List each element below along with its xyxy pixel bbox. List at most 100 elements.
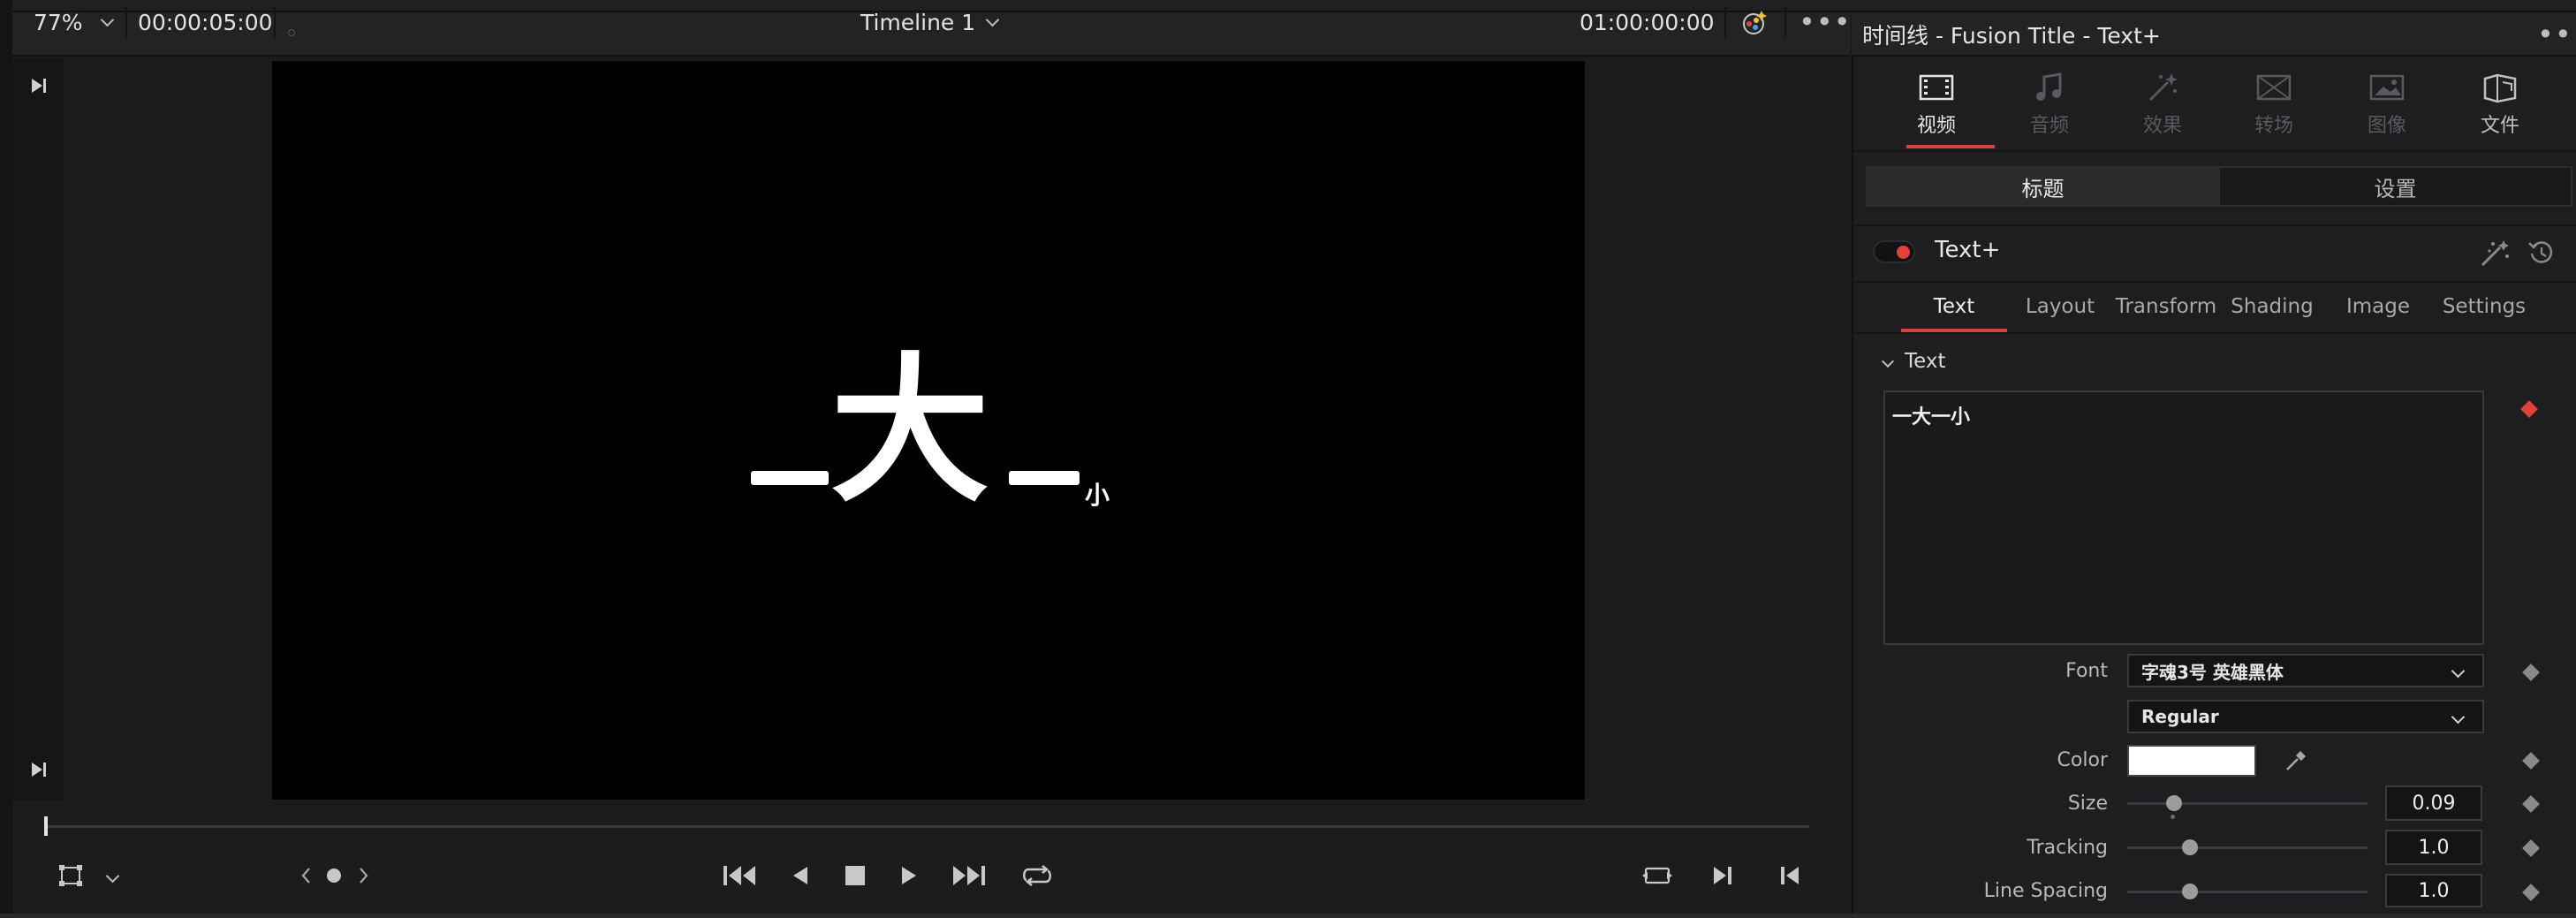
timeline-name: Timeline 1	[860, 9, 976, 35]
enable-toggle[interactable]	[1873, 240, 1915, 263]
line-spacing-label: Line Spacing	[1983, 880, 2108, 902]
tab-audio[interactable]: 音频	[1996, 65, 2102, 147]
tab-image[interactable]: 图像	[2334, 65, 2440, 147]
size-value-field[interactable]: 0.09	[2385, 785, 2482, 821]
bottom-edge	[0, 914, 2576, 918]
stop-icon[interactable]	[841, 854, 869, 897]
subtab-row: 标题 设置	[1866, 166, 2572, 207]
title-preview: 大 小	[272, 61, 1585, 800]
zoom-value: 77%	[34, 9, 83, 35]
video-canvas[interactable]: 大 小	[272, 61, 1585, 800]
transition-icon	[2254, 71, 2294, 104]
next-frame-icon[interactable]	[1708, 854, 1737, 897]
divider	[274, 7, 276, 37]
size-slider-knob[interactable]	[2166, 795, 2182, 811]
tab-transition[interactable]: 转场	[2221, 65, 2327, 147]
chevron-down-icon	[1881, 354, 1895, 368]
music-note-icon	[2029, 71, 2070, 104]
divider	[1852, 332, 2576, 334]
font-style-select[interactable]: Regular	[2127, 700, 2484, 733]
subtab-title[interactable]: 标题	[1868, 168, 2218, 205]
status-dot-icon	[288, 29, 295, 36]
inspector-options-icon[interactable]: •••	[2537, 12, 2576, 57]
skip-to-end-icon[interactable]	[949, 854, 988, 897]
eyedropper-icon[interactable]	[2283, 744, 2309, 778]
zoom-select[interactable]: 77%	[34, 0, 114, 44]
tab-label: 视频	[1916, 115, 1956, 137]
line-spacing-value-field[interactable]: 1.0	[2385, 874, 2482, 907]
font-label: Font	[2065, 660, 2108, 682]
play-reverse-icon[interactable]	[786, 854, 813, 897]
param-tab-image[interactable]: Image	[2325, 285, 2431, 329]
playhead[interactable]	[44, 816, 48, 836]
tab-file[interactable]: 文件	[2447, 65, 2553, 147]
title-char-second	[1009, 471, 1080, 485]
magic-sparkle-icon[interactable]	[2477, 231, 2512, 274]
title-char-small: 小	[1085, 481, 1110, 510]
divider	[1724, 7, 1726, 37]
timecode-display: 01:00:00:00	[1580, 9, 1715, 35]
color-label: Color	[2057, 749, 2108, 771]
chevron-down-icon	[985, 12, 1000, 27]
viewer-overlay-icon[interactable]	[55, 854, 87, 897]
play-icon[interactable]	[896, 854, 922, 897]
tab-video[interactable]: 视频	[1883, 65, 1989, 147]
reset-icon[interactable]	[2527, 231, 2557, 274]
font-value: 字魂3号 英雄黑体	[2141, 661, 2284, 683]
duration-display: 00:00:05:00	[138, 9, 273, 35]
app-window: 77% 00:00:05:00 Timeline 1 01:00:00:00 •…	[0, 0, 2576, 918]
scrubber-track[interactable]	[44, 825, 1809, 828]
clip-marker-icon[interactable]	[323, 854, 345, 897]
chevron-down-icon	[2451, 664, 2466, 679]
param-tab-settings[interactable]: Settings	[2431, 285, 2537, 329]
param-tab-layout[interactable]: Layout	[2007, 285, 2113, 329]
timeline-select[interactable]: Timeline 1	[860, 0, 1000, 44]
viewer-sidebar	[12, 58, 64, 800]
inspector-title: 时间线 - Fusion Title - Text+	[1862, 23, 2161, 49]
tracking-slider-knob[interactable]	[2182, 839, 2198, 855]
font-select[interactable]: 字魂3号 英雄黑体	[2127, 654, 2484, 687]
next-clip-icon[interactable]	[353, 854, 375, 897]
active-tab-indicator	[1906, 145, 1995, 148]
go-to-last-frame-icon[interactable]	[27, 756, 51, 783]
more-options-icon[interactable]: •••	[1799, 0, 1852, 44]
line-spacing-slider-knob[interactable]	[2182, 884, 2198, 899]
divider	[1852, 224, 2576, 226]
chevron-down-icon	[105, 869, 119, 883]
size-label: Size	[2067, 793, 2108, 815]
text-section-header[interactable]: Text	[1880, 348, 1946, 375]
match-frame-icon[interactable]	[1640, 854, 1675, 897]
film-icon	[1916, 71, 1957, 104]
tab-label: 转场	[2254, 115, 2293, 137]
text-input[interactable]: 一大一小	[1883, 391, 2484, 645]
tab-effects[interactable]: 效果	[2110, 65, 2216, 147]
param-tab-shading[interactable]: Shading	[2219, 285, 2325, 329]
tracking-slider[interactable]	[2127, 846, 2368, 849]
magic-wand-icon	[2142, 71, 2183, 104]
color-effects-icon[interactable]	[1739, 0, 1769, 44]
previous-frame-icon[interactable]	[1776, 854, 1804, 897]
overlay-dropdown[interactable]	[99, 854, 125, 897]
font-style-value: Regular	[2141, 706, 2219, 727]
title-char-first	[751, 471, 829, 485]
go-to-first-frame-icon[interactable]	[27, 72, 51, 99]
skip-to-start-icon[interactable]	[721, 854, 760, 897]
tab-label: 音频	[2029, 115, 2069, 137]
color-swatch[interactable]	[2127, 745, 2256, 777]
param-tab-transform[interactable]: Transform	[2113, 285, 2219, 329]
tool-name: Text+	[1935, 237, 2001, 263]
tracking-value-field[interactable]: 1.0	[2385, 830, 2482, 865]
divider	[1852, 281, 2576, 283]
line-spacing-slider[interactable]	[2127, 891, 2368, 893]
previous-clip-icon[interactable]	[295, 854, 316, 897]
chevron-down-icon	[100, 12, 114, 27]
subtab-settings[interactable]: 设置	[2220, 168, 2571, 205]
size-slider[interactable]	[2127, 802, 2368, 805]
tab-label: 文件	[2480, 115, 2519, 137]
divider	[1852, 150, 2576, 152]
tracking-label: Tracking	[2027, 837, 2108, 859]
chevron-down-icon	[2451, 709, 2466, 725]
param-tab-text[interactable]: Text	[1901, 285, 2007, 329]
top-bar	[0, 0, 2576, 12]
loop-icon[interactable]	[1018, 854, 1057, 897]
